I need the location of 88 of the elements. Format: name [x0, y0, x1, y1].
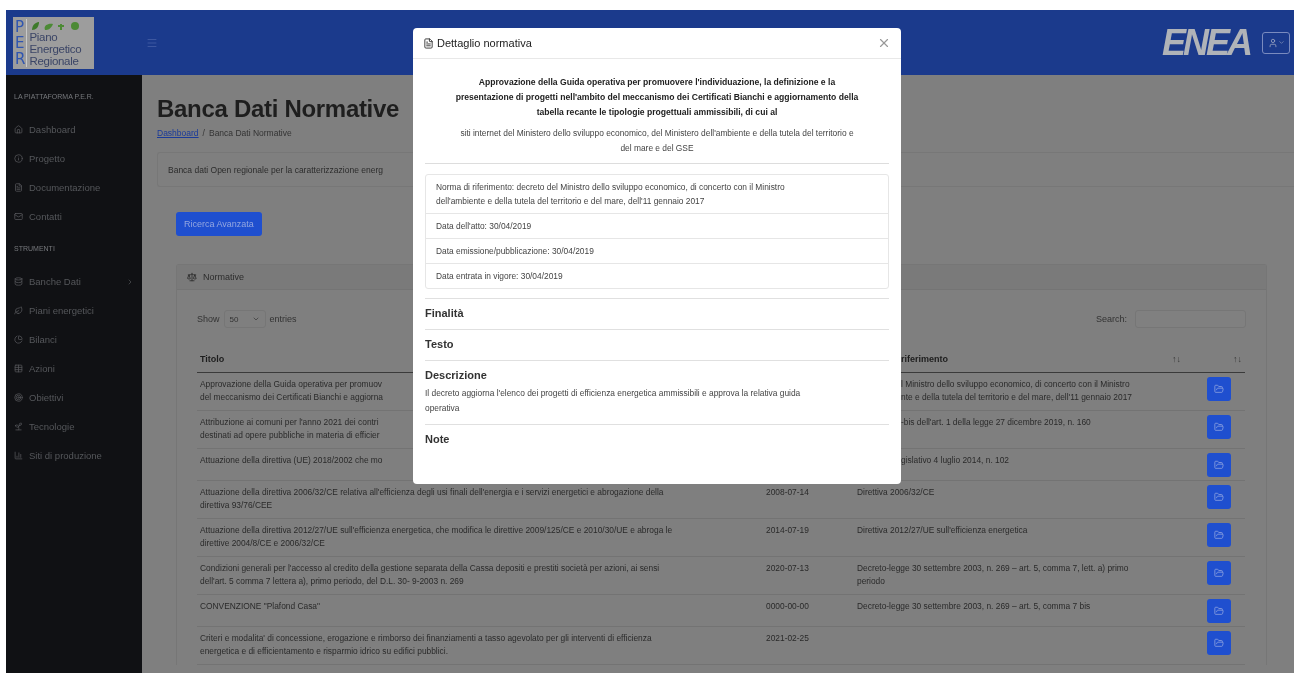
scale-icon	[187, 272, 197, 282]
user-menu-button[interactable]	[1262, 31, 1290, 54]
sidebar-item[interactable]: Contatti	[6, 202, 142, 231]
folder-icon	[1214, 460, 1224, 470]
dialog-title: Dettaglio normativa	[437, 37, 532, 49]
folder-icon	[1214, 422, 1224, 432]
table-cell: Direttiva 2012/27/UE sull'efficienza energetica	[854, 519, 1184, 557]
document-icon	[423, 37, 434, 49]
section-heading: Note	[425, 432, 451, 447]
caret-icon	[251, 315, 260, 323]
search-label: Search:	[1095, 314, 1127, 324]
sort-icon[interactable]: ↑↓	[1233, 354, 1242, 364]
detail-item: Data entrata in vigore: 30/04/2019	[426, 263, 888, 288]
folder-icon	[1214, 384, 1224, 394]
entries-label: entries	[269, 314, 297, 324]
pie-chart-icon	[14, 335, 23, 344]
breadcrumb-text: /	[202, 128, 205, 138]
open-folder-button[interactable]	[1207, 599, 1231, 623]
sidebar-item[interactable]: Azioni	[6, 354, 142, 383]
folder-icon	[1214, 492, 1224, 502]
open-folder-button[interactable]	[1207, 485, 1231, 509]
sprout-icon	[14, 422, 23, 431]
sidebar-item[interactable]: Obiettivi	[6, 383, 142, 412]
close-icon	[877, 36, 891, 50]
user-icon	[1267, 37, 1278, 48]
logo-letter: P	[15, 18, 26, 35]
open-folder-button[interactable]	[1207, 561, 1231, 585]
database-icon	[14, 277, 23, 286]
sidebar-item[interactable]: Piani energetici	[6, 296, 142, 325]
section-heading: Finalità	[425, 306, 465, 321]
page-size-select[interactable]: 50	[223, 310, 266, 328]
logo-text: Regionale	[29, 54, 79, 67]
sort-icon[interactable]: ↑↓	[1172, 354, 1181, 364]
sidebar-item[interactable]: Banche Dati	[6, 267, 142, 296]
open-folder-button[interactable]	[1207, 377, 1231, 401]
detail-item: Data emissione/pubblicazione: 30/04/2019	[426, 238, 888, 263]
open-folder-button[interactable]	[1207, 453, 1231, 477]
table-cell: Condizioni generali per l'accesso al credito della gestione separata della Cassa depositi e prestiti società per azioni, ai sensi dell'art. 5 comma 7 lettera a), primo periodo, del D.L. 30- 9-2003 n. 269	[197, 557, 763, 595]
detail-item: Data dell'atto: 30/04/2019	[426, 213, 888, 238]
caret-icon	[1277, 39, 1285, 46]
folder-icon	[1214, 638, 1224, 648]
folder-icon	[1214, 530, 1224, 540]
open-folder-button[interactable]	[1207, 631, 1231, 655]
sidebar-item[interactable]: Siti di produzione	[6, 441, 142, 470]
breadcrumb-link[interactable]: Dashboard	[157, 128, 199, 138]
show-label: Show	[197, 314, 220, 324]
breadcrumb-text: Banca Dati Normative	[208, 128, 292, 138]
page-title: Banca Dati Normative	[157, 95, 400, 123]
table-cell: 2020-07-13	[763, 557, 854, 595]
table-cell: 2014-07-19	[763, 519, 854, 557]
table-cell: Attuazione della direttiva 2012/27/UE sull'efficienza energetica, che modifica le direttive 2009/125/CE e 2010/30/UE e abroga le direttive 2004/8/CE e 2006/32/CE	[197, 519, 763, 557]
info-text: Banca dati Open regionale per la caratterizzazione energ	[168, 164, 383, 175]
open-folder-button[interactable]	[1207, 415, 1231, 439]
table-cell: 2021-02-25	[763, 627, 854, 665]
logo-letter: R	[15, 50, 26, 67]
table-cell: Decreto-legge 30 settembre 2003, n. 269 – art. 5, comma 7 bis	[854, 595, 1184, 627]
regulation-source: siti internet del Ministero dello sviluppo economico, del Ministero dell'ambiente e della tutela del territorio e del mare e del GSE	[425, 126, 889, 164]
target-icon	[14, 393, 23, 402]
logo-letter: E	[15, 34, 26, 51]
section-heading: Testo	[425, 337, 455, 352]
brand-logo: ENEA	[1161, 21, 1250, 64]
folder-icon	[1214, 606, 1224, 616]
bar-chart-icon	[14, 451, 23, 460]
logo-text: Piano	[29, 30, 59, 43]
menu-icon[interactable]	[146, 36, 158, 49]
table-cell: CONVENZIONE "Plafond Casa"	[197, 595, 763, 627]
detail-item: Norma di riferimento: decreto del Ministro dello sviluppo economico, di concerto con il Ministro dell'ambiente e della tutela del territorio e del mare, dell'11 gennaio 2017	[435, 181, 786, 208]
table-icon	[14, 364, 23, 373]
advanced-search-button[interactable]: Ricerca Avanzata	[176, 212, 262, 236]
sidebar-item[interactable]: Progetto	[6, 144, 142, 173]
envelope-icon	[14, 212, 23, 221]
sidebar-item[interactable]: Dashboard	[6, 115, 142, 144]
regulation-title: Approvazione della Guida operativa per promuovere l'individuazione, la definizione e la presentazione di progetti nell'ambito del meccanismo dei Certificati Bianchi e aggiornamento della tabella recante le tipologie progettuali ammissibili, di cui al	[454, 76, 860, 119]
open-folder-button[interactable]	[1207, 523, 1231, 547]
logo-text: Energetico	[29, 42, 83, 55]
sidebar-item[interactable]: Bilanci	[6, 325, 142, 354]
table-cell: Decreto-legge 30 settembre 2003, n. 269 – art. 5, comma 7, lett. a) primo periodo	[854, 557, 1184, 595]
table-cell: Criteri e modalita' di concessione, erogazione e rimborso dei finanziamenti a tasso agevolato per gli interventi di efficienza energetica e di efficientamento e risparmio idrico su edifici pubblici.	[197, 627, 763, 665]
info-icon	[14, 154, 23, 163]
leaf-icon	[14, 306, 23, 315]
folder-icon	[1214, 568, 1224, 578]
sidebar-item[interactable]: Tecnologie	[6, 412, 142, 441]
close-button[interactable]	[877, 36, 891, 50]
panel-title: Normative	[203, 272, 244, 282]
document-icon	[14, 183, 23, 192]
house-icon	[14, 125, 23, 134]
sidebar-item[interactable]: Documentazione	[6, 173, 142, 202]
table-cell: 0000-00-00	[763, 595, 854, 627]
